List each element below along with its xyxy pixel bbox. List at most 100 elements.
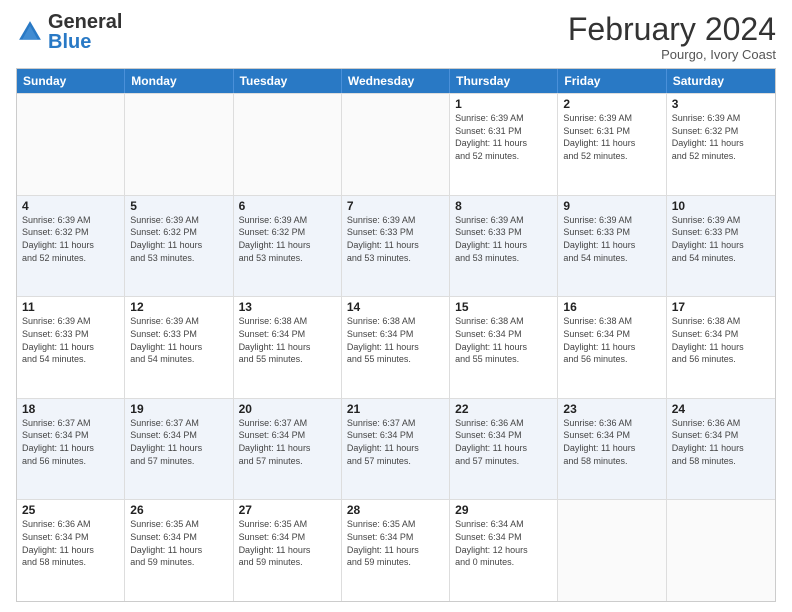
calendar-row-4: 25Sunrise: 6:36 AM Sunset: 6:34 PM Dayli… (17, 499, 775, 601)
calendar-day-20: 20Sunrise: 6:37 AM Sunset: 6:34 PM Dayli… (234, 399, 342, 500)
logo-text: General Blue (48, 12, 122, 52)
title-area: February 2024 Pourgo, Ivory Coast (568, 12, 776, 62)
day-info: Sunrise: 6:39 AM Sunset: 6:32 PM Dayligh… (239, 214, 336, 264)
day-number: 16 (563, 300, 660, 314)
day-info: Sunrise: 6:37 AM Sunset: 6:34 PM Dayligh… (239, 417, 336, 467)
calendar-day-21: 21Sunrise: 6:37 AM Sunset: 6:34 PM Dayli… (342, 399, 450, 500)
day-number: 17 (672, 300, 770, 314)
page-header: General Blue February 2024 Pourgo, Ivory… (16, 12, 776, 62)
day-number: 20 (239, 402, 336, 416)
calendar-day-25: 25Sunrise: 6:36 AM Sunset: 6:34 PM Dayli… (17, 500, 125, 601)
day-info: Sunrise: 6:38 AM Sunset: 6:34 PM Dayligh… (672, 315, 770, 365)
calendar-day-empty-0-1 (125, 94, 233, 195)
day-info: Sunrise: 6:39 AM Sunset: 6:33 PM Dayligh… (563, 214, 660, 264)
day-info: Sunrise: 6:37 AM Sunset: 6:34 PM Dayligh… (130, 417, 227, 467)
calendar-day-13: 13Sunrise: 6:38 AM Sunset: 6:34 PM Dayli… (234, 297, 342, 398)
calendar-day-15: 15Sunrise: 6:38 AM Sunset: 6:34 PM Dayli… (450, 297, 558, 398)
calendar-day-2: 2Sunrise: 6:39 AM Sunset: 6:31 PM Daylig… (558, 94, 666, 195)
day-info: Sunrise: 6:39 AM Sunset: 6:33 PM Dayligh… (22, 315, 119, 365)
day-info: Sunrise: 6:34 AM Sunset: 6:34 PM Dayligh… (455, 518, 552, 568)
day-number: 10 (672, 199, 770, 213)
day-number: 4 (22, 199, 119, 213)
day-number: 28 (347, 503, 444, 517)
calendar-day-14: 14Sunrise: 6:38 AM Sunset: 6:34 PM Dayli… (342, 297, 450, 398)
calendar-row-3: 18Sunrise: 6:37 AM Sunset: 6:34 PM Dayli… (17, 398, 775, 500)
weekday-header-tuesday: Tuesday (234, 69, 342, 93)
calendar-row-1: 4 Sunrise: 6:39 AM Sunset: 6:32 PM Daylig… (17, 195, 775, 297)
calendar-day-12: 12Sunrise: 6:39 AM Sunset: 6:33 PM Dayli… (125, 297, 233, 398)
day-info: Sunrise: 6:36 AM Sunset: 6:34 PM Dayligh… (563, 417, 660, 467)
day-number: 26 (130, 503, 227, 517)
calendar-body: 1Sunrise: 6:39 AM Sunset: 6:31 PM Daylig… (17, 93, 775, 601)
day-number: 12 (130, 300, 227, 314)
calendar-subtitle: Pourgo, Ivory Coast (568, 47, 776, 62)
calendar-day-empty-0-0 (17, 94, 125, 195)
calendar-day-16: 16Sunrise: 6:38 AM Sunset: 6:34 PM Dayli… (558, 297, 666, 398)
day-number: 5 (130, 199, 227, 213)
weekday-header-monday: Monday (125, 69, 233, 93)
day-number: 7 (347, 199, 444, 213)
day-number: 1 (455, 97, 552, 111)
day-info: Sunrise: 6:38 AM Sunset: 6:34 PM Dayligh… (239, 315, 336, 365)
day-number: 11 (22, 300, 119, 314)
calendar-day-23: 23Sunrise: 6:36 AM Sunset: 6:34 PM Dayli… (558, 399, 666, 500)
calendar-day-27: 27Sunrise: 6:35 AM Sunset: 6:34 PM Dayli… (234, 500, 342, 601)
calendar-day-19: 19Sunrise: 6:37 AM Sunset: 6:34 PM Dayli… (125, 399, 233, 500)
weekday-header-friday: Friday (558, 69, 666, 93)
day-info: Sunrise: 6:37 AM Sunset: 6:34 PM Dayligh… (22, 417, 119, 467)
calendar-row-2: 11Sunrise: 6:39 AM Sunset: 6:33 PM Dayli… (17, 296, 775, 398)
day-number: 2 (563, 97, 660, 111)
weekday-header-saturday: Saturday (667, 69, 775, 93)
calendar-day-6: 6Sunrise: 6:39 AM Sunset: 6:32 PM Daylig… (234, 196, 342, 297)
day-info: Sunrise: 6:39 AM Sunset: 6:33 PM Dayligh… (130, 315, 227, 365)
day-info: Sunrise: 6:39 AM Sunset: 6:31 PM Dayligh… (455, 112, 552, 162)
calendar-row-0: 1Sunrise: 6:39 AM Sunset: 6:31 PM Daylig… (17, 93, 775, 195)
calendar-day-8: 8Sunrise: 6:39 AM Sunset: 6:33 PM Daylig… (450, 196, 558, 297)
day-info: Sunrise: 6:37 AM Sunset: 6:34 PM Dayligh… (347, 417, 444, 467)
day-number: 15 (455, 300, 552, 314)
calendar-grid: SundayMondayTuesdayWednesdayThursdayFrid… (16, 68, 776, 602)
calendar-day-29: 29Sunrise: 6:34 AM Sunset: 6:34 PM Dayli… (450, 500, 558, 601)
weekday-header-thursday: Thursday (450, 69, 558, 93)
day-number: 3 (672, 97, 770, 111)
day-number: 21 (347, 402, 444, 416)
logo: General Blue (16, 12, 122, 52)
day-number: 13 (239, 300, 336, 314)
calendar-day-5: 5Sunrise: 6:39 AM Sunset: 6:32 PM Daylig… (125, 196, 233, 297)
calendar-day-4: 4Sunrise: 6:39 AM Sunset: 6:32 PM Daylig… (17, 196, 125, 297)
day-info: Sunrise: 6:38 AM Sunset: 6:34 PM Dayligh… (455, 315, 552, 365)
calendar-day-28: 28Sunrise: 6:35 AM Sunset: 6:34 PM Dayli… (342, 500, 450, 601)
calendar-day-empty-0-2 (234, 94, 342, 195)
day-info: Sunrise: 6:36 AM Sunset: 6:34 PM Dayligh… (672, 417, 770, 467)
logo-general: General (48, 11, 122, 33)
day-info: Sunrise: 6:36 AM Sunset: 6:34 PM Dayligh… (455, 417, 552, 467)
day-info: Sunrise: 6:39 AM Sunset: 6:32 PM Dayligh… (672, 112, 770, 162)
logo-blue: Blue (48, 31, 91, 53)
calendar-day-empty-4-6 (667, 500, 775, 601)
calendar-page: General Blue February 2024 Pourgo, Ivory… (0, 0, 792, 612)
weekday-header-sunday: Sunday (17, 69, 125, 93)
weekday-header-wednesday: Wednesday (342, 69, 450, 93)
day-number: 6 (239, 199, 336, 213)
calendar-title: February 2024 (568, 12, 776, 47)
calendar-header-row: SundayMondayTuesdayWednesdayThursdayFrid… (17, 69, 775, 93)
calendar-day-empty-4-5 (558, 500, 666, 601)
calendar-day-26: 26Sunrise: 6:35 AM Sunset: 6:34 PM Dayli… (125, 500, 233, 601)
day-info: Sunrise: 6:38 AM Sunset: 6:34 PM Dayligh… (563, 315, 660, 365)
day-number: 24 (672, 402, 770, 416)
calendar-day-1: 1Sunrise: 6:39 AM Sunset: 6:31 PM Daylig… (450, 94, 558, 195)
day-number: 23 (563, 402, 660, 416)
calendar-day-18: 18Sunrise: 6:37 AM Sunset: 6:34 PM Dayli… (17, 399, 125, 500)
day-number: 14 (347, 300, 444, 314)
day-number: 22 (455, 402, 552, 416)
day-info: Sunrise: 6:39 AM Sunset: 6:33 PM Dayligh… (347, 214, 444, 264)
day-info: Sunrise: 6:39 AM Sunset: 6:32 PM Dayligh… (130, 214, 227, 264)
day-number: 19 (130, 402, 227, 416)
day-info: Sunrise: 6:35 AM Sunset: 6:34 PM Dayligh… (130, 518, 227, 568)
day-info: Sunrise: 6:35 AM Sunset: 6:34 PM Dayligh… (239, 518, 336, 568)
calendar-day-11: 11Sunrise: 6:39 AM Sunset: 6:33 PM Dayli… (17, 297, 125, 398)
day-info: Sunrise: 6:35 AM Sunset: 6:34 PM Dayligh… (347, 518, 444, 568)
calendar-day-9: 9Sunrise: 6:39 AM Sunset: 6:33 PM Daylig… (558, 196, 666, 297)
calendar-day-empty-0-3 (342, 94, 450, 195)
day-number: 9 (563, 199, 660, 213)
